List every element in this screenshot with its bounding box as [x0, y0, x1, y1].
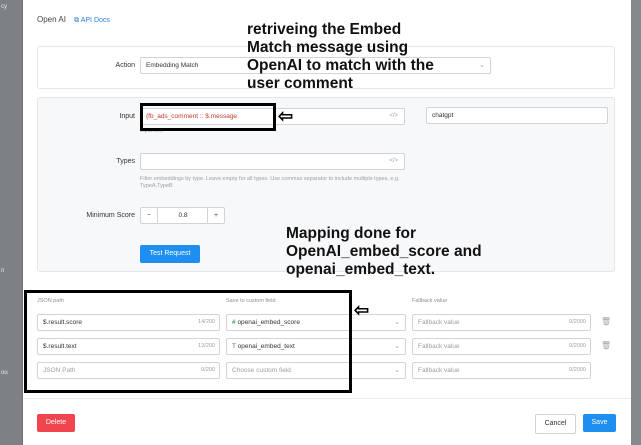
chevron-down-icon: ⌄: [394, 367, 400, 374]
min-score-stepper[interactable]: − 0.8 +: [140, 207, 225, 224]
footer-divider: [23, 398, 631, 399]
types-input[interactable]: </>: [140, 153, 405, 170]
annotation-arrow: ⇦: [278, 106, 294, 126]
input-label: Input: [119, 113, 135, 120]
modal-header: Open AI ⧉ API Docs: [37, 15, 110, 25]
chevron-down-icon: ⌄: [479, 62, 485, 69]
background-text: ou: [1, 370, 8, 376]
background-text: cy: [1, 4, 7, 10]
action-label: Action: [115, 62, 135, 69]
decrement-button[interactable]: −: [141, 208, 158, 223]
trash-icon[interactable]: 🗑: [601, 317, 611, 326]
modal-title: Open AI: [37, 15, 66, 24]
increment-button[interactable]: +: [207, 208, 224, 223]
chevron-down-icon: ⌄: [394, 319, 400, 326]
col-fallback: Fallback value: [412, 298, 448, 304]
model-input[interactable]: chatgpt: [426, 107, 608, 124]
annotation-middle-text: Mapping done for OpenAI_embed_score and …: [286, 225, 482, 278]
types-hint: Filter embeddings by type. Leave empty f…: [140, 176, 400, 189]
code-icon: </>: [389, 158, 398, 164]
delete-button[interactable]: Delete: [37, 414, 75, 432]
api-docs-link[interactable]: ⧉ API Docs: [74, 17, 110, 24]
background-sidebar: cy n ou: [0, 0, 22, 445]
annotation-arrow: ⇦: [354, 300, 370, 320]
background-text: n: [1, 268, 5, 274]
test-request-button[interactable]: Test Request: [140, 245, 200, 263]
fallback-input[interactable]: Fallback value 0/2000: [412, 362, 591, 379]
min-score-value: 0.8: [178, 212, 188, 219]
min-score-label: Minimum Score: [86, 212, 135, 219]
annotation-box-input: [140, 103, 276, 131]
external-link-icon: ⧉: [74, 17, 80, 24]
fallback-input[interactable]: Fallback value 0/2000: [412, 338, 591, 355]
fallback-input[interactable]: Fallback value 0/2000: [412, 314, 591, 331]
code-icon: </>: [389, 113, 398, 119]
chevron-down-icon: ⌄: [394, 343, 400, 350]
annotation-box-mapping: [24, 290, 352, 393]
save-button[interactable]: Save: [583, 414, 616, 432]
cancel-button[interactable]: Cancel: [535, 414, 576, 434]
types-label: Types: [116, 158, 135, 165]
trash-icon[interactable]: 🗑: [601, 341, 611, 350]
annotation-top-text: retriveing the Embed Match message using…: [247, 21, 434, 92]
